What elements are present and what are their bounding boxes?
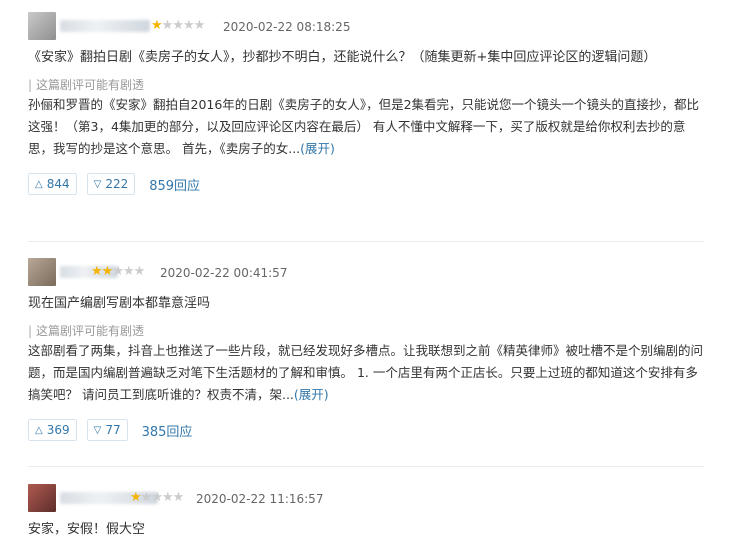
triangle-up-icon: △ bbox=[35, 178, 43, 190]
upvote-count: 369 bbox=[46, 423, 70, 437]
avatar[interactable] bbox=[28, 258, 56, 286]
reply-count-link[interactable]: 385回应 bbox=[142, 421, 193, 440]
star-empty-icon: ★ bbox=[161, 490, 174, 505]
downvote-button[interactable]: ▽ 222 bbox=[86, 173, 136, 195]
spoiler-bar-icon: | bbox=[28, 78, 33, 92]
star-empty-icon: ★ bbox=[193, 18, 206, 33]
rating-stars: ★★★★★ bbox=[130, 489, 185, 507]
upvote-button[interactable]: △ 369 bbox=[28, 419, 77, 441]
review-item: ★★★★★ 2020-02-22 08:18:25 《安家》翻拍日剧《卖房子的女… bbox=[28, 12, 704, 196]
review-title[interactable]: 现在国产编剧写剧本都靠意淫吗 bbox=[28, 294, 704, 314]
review-excerpt: 这部剧看了两集，抖音上也推送了一些片段，就已经发现好多槽点。让我联想到之前《精英… bbox=[28, 340, 704, 406]
review-time: 2020-02-22 11:16:57 bbox=[196, 492, 324, 506]
star-filled-icon: ★ bbox=[130, 490, 142, 505]
review-item: ★★★★★ 2020-02-22 11:16:57 安家，安假！假大空 bbox=[28, 484, 704, 540]
review-header: ★★★★★ 2020-02-22 08:18:25 bbox=[28, 12, 704, 42]
downvote-button[interactable]: ▽ 77 bbox=[86, 419, 128, 441]
spoiler-warning: | 这篇剧评可能有剧透 bbox=[28, 322, 704, 340]
star-empty-icon: ★ bbox=[172, 18, 184, 33]
star-empty-icon: ★ bbox=[182, 18, 195, 33]
triangle-down-icon: ▽ bbox=[93, 178, 102, 190]
star-empty-icon: ★ bbox=[161, 18, 174, 33]
review-header: ★★★★★ 2020-02-22 11:16:57 bbox=[28, 484, 704, 514]
review-header: ★★★★★ 2020-02-22 00:41:57 bbox=[28, 258, 704, 288]
expand-link[interactable]: (展开) bbox=[300, 141, 335, 156]
triangle-up-icon: △ bbox=[35, 424, 43, 436]
star-filled-icon: ★ bbox=[101, 264, 114, 279]
review-actions: △ 369 ▽ 77 385回应 bbox=[28, 418, 704, 442]
spoiler-bar-icon: | bbox=[28, 324, 33, 338]
expand-link[interactable]: (展开) bbox=[294, 387, 329, 402]
avatar[interactable] bbox=[28, 12, 56, 40]
upvote-button[interactable]: △ 844 bbox=[28, 173, 77, 195]
star-empty-icon: ★ bbox=[151, 490, 163, 505]
review-divider bbox=[28, 466, 704, 467]
triangle-down-icon: ▽ bbox=[93, 424, 102, 436]
review-divider bbox=[28, 241, 704, 242]
avatar[interactable] bbox=[28, 484, 56, 512]
reply-count-link[interactable]: 859回应 bbox=[149, 175, 200, 194]
downvote-count: 222 bbox=[105, 177, 129, 191]
review-title[interactable]: 《安家》翻拍日剧《卖房子的女人》，抄都抄不明白，还能说什么？（随集更新+集中回应… bbox=[28, 48, 704, 68]
star-empty-icon: ★ bbox=[140, 490, 153, 505]
review-title[interactable]: 安家，安假！假大空 bbox=[28, 520, 704, 540]
review-excerpt-text: 这部剧看了两集，抖音上也推送了一些片段，就已经发现好多槽点。让我联想到之前《精英… bbox=[28, 343, 704, 402]
star-filled-icon: ★ bbox=[91, 264, 103, 279]
upvote-count: 844 bbox=[46, 177, 70, 191]
review-excerpt-text: 孙俪和罗晋的《安家》翻拍自2016年的日剧《卖房子的女人》，但是2集看完，只能说… bbox=[28, 97, 700, 156]
star-filled-icon: ★ bbox=[151, 18, 163, 33]
downvote-count: 77 bbox=[105, 423, 121, 437]
username-blurred[interactable] bbox=[60, 20, 150, 32]
review-excerpt: 孙俪和罗晋的《安家》翻拍自2016年的日剧《卖房子的女人》，但是2集看完，只能说… bbox=[28, 94, 704, 160]
rating-stars: ★★★★★ bbox=[91, 263, 146, 281]
spoiler-warning: | 这篇剧评可能有剧透 bbox=[28, 76, 704, 94]
star-empty-icon: ★ bbox=[133, 264, 146, 279]
star-empty-icon: ★ bbox=[172, 490, 185, 505]
rating-stars: ★★★★★ bbox=[151, 17, 206, 35]
spoiler-text: 这篇剧评可能有剧透 bbox=[36, 324, 145, 338]
spoiler-text: 这篇剧评可能有剧透 bbox=[36, 78, 145, 92]
review-actions: △ 844 ▽ 222 859回应 bbox=[28, 172, 704, 196]
star-empty-icon: ★ bbox=[122, 264, 135, 279]
star-empty-icon: ★ bbox=[112, 264, 124, 279]
review-item: ★★★★★ 2020-02-22 00:41:57 现在国产编剧写剧本都靠意淫吗… bbox=[28, 258, 704, 442]
review-time: 2020-02-22 00:41:57 bbox=[160, 266, 288, 280]
review-time: 2020-02-22 08:18:25 bbox=[223, 20, 351, 34]
